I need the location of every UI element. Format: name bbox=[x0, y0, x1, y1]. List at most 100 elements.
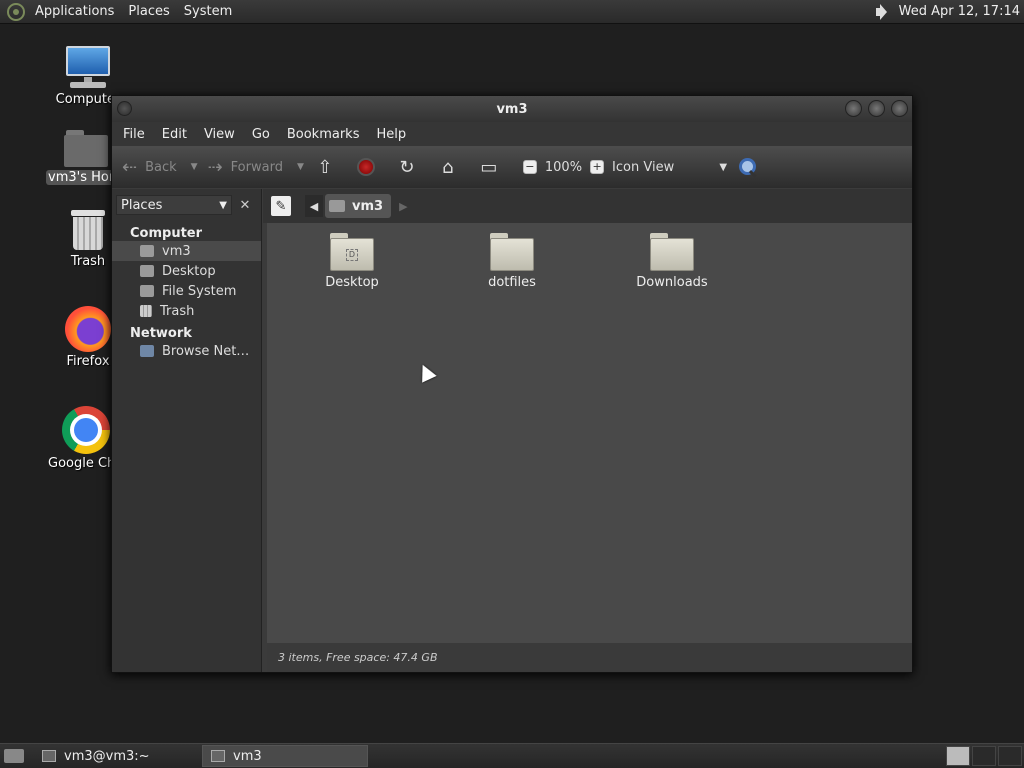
places-menu[interactable]: Places bbox=[121, 4, 176, 19]
forward-button[interactable]: ⇢ Forward ▼ bbox=[208, 157, 304, 178]
sidebar-item-vm3[interactable]: vm3 bbox=[112, 241, 261, 261]
status-text: 3 items, Free space: 47.4 GB bbox=[278, 651, 438, 664]
up-icon[interactable]: ⇧ bbox=[314, 156, 336, 178]
menu-edit[interactable]: Edit bbox=[151, 127, 193, 142]
firefox-icon bbox=[65, 306, 111, 352]
reload-icon[interactable]: ↻ bbox=[396, 156, 418, 178]
close-button[interactable] bbox=[891, 100, 908, 117]
sidebar-item-label: Trash bbox=[160, 303, 195, 319]
edit-location-icon[interactable]: ✎ bbox=[271, 196, 291, 216]
sidebar-item-trash[interactable]: Trash bbox=[112, 301, 261, 321]
home-folder-icon bbox=[64, 128, 108, 168]
drive-icon bbox=[140, 285, 154, 297]
trash-icon bbox=[69, 208, 107, 252]
sidebar-item-browse-network[interactable]: Browse Net… bbox=[112, 341, 261, 361]
toolbar: ⇠ Back ▼ ⇢ Forward ▼ ⇧ ↻ ⌂ ▭ − 100% + Ic… bbox=[112, 146, 912, 188]
panel-tray: Wed Apr 12, 17:14 bbox=[873, 3, 1024, 21]
path-crumb-current[interactable]: vm3 bbox=[325, 194, 392, 218]
workspace-2[interactable] bbox=[972, 746, 996, 766]
file-name: dotfiles bbox=[488, 275, 536, 290]
volume-icon[interactable] bbox=[873, 3, 893, 21]
stop-button[interactable] bbox=[355, 156, 377, 178]
workspace-3[interactable] bbox=[998, 746, 1022, 766]
computer-icon[interactable]: ▭ bbox=[478, 156, 500, 178]
sidebar-item-label: Desktop bbox=[162, 263, 216, 279]
zoom-level: 100% bbox=[544, 159, 583, 175]
search-icon[interactable] bbox=[737, 156, 759, 178]
forward-history-dropdown[interactable]: ▼ bbox=[297, 162, 304, 172]
terminal-icon bbox=[42, 750, 56, 762]
path-scroll-left-icon[interactable]: ◀ bbox=[305, 195, 323, 217]
sidebar-item-label: File System bbox=[162, 283, 237, 299]
file-view[interactable]: D Desktop dotfiles Downloads bbox=[267, 223, 912, 643]
status-bar: 3 items, Free space: 47.4 GB bbox=[267, 643, 912, 672]
path-scroll-right-icon[interactable]: ▶ bbox=[399, 200, 407, 213]
taskbar-item-label: vm3@vm3:~ bbox=[64, 748, 150, 764]
workspace-switcher bbox=[946, 746, 1024, 766]
menu-help[interactable]: Help bbox=[365, 127, 412, 142]
sidebar-section-computer: Computer bbox=[130, 226, 203, 241]
folder-icon bbox=[490, 233, 534, 271]
window-controls bbox=[845, 100, 908, 117]
window-titlebar[interactable]: vm3 bbox=[112, 96, 912, 122]
file-item-dotfiles[interactable]: dotfiles bbox=[462, 233, 562, 290]
back-arrow-icon: ⇠ bbox=[122, 156, 138, 178]
desktop-icon bbox=[140, 265, 154, 277]
sidebar-item-file-system[interactable]: File System bbox=[112, 281, 261, 301]
path-crumb-label: vm3 bbox=[352, 198, 384, 214]
clock[interactable]: Wed Apr 12, 17:14 bbox=[893, 4, 1024, 19]
maximize-button[interactable] bbox=[868, 100, 885, 117]
home-icon[interactable]: ⌂ bbox=[437, 156, 459, 178]
stop-icon bbox=[356, 158, 375, 176]
desktop-folder-icon: D bbox=[330, 233, 374, 271]
back-label: Back bbox=[145, 159, 177, 175]
sidebar-selector[interactable]: Places ▼ bbox=[116, 195, 232, 215]
desktop-icon-label: Firefox bbox=[66, 354, 110, 369]
back-button[interactable]: ⇠ Back ▼ bbox=[122, 157, 198, 178]
system-menu[interactable]: System bbox=[177, 4, 239, 19]
taskbar-item-vm3[interactable]: vm3 bbox=[202, 745, 368, 767]
taskbar-item-label: vm3 bbox=[233, 748, 262, 764]
file-name: Desktop bbox=[325, 275, 379, 290]
sidebar-item-label: vm3 bbox=[162, 243, 191, 259]
top-menu: Applications Places System bbox=[0, 0, 239, 24]
window-title: vm3 bbox=[496, 101, 528, 117]
forward-label: Forward bbox=[230, 159, 283, 175]
sidebar-close-icon[interactable]: ✕ bbox=[234, 195, 256, 215]
file-item-desktop[interactable]: D Desktop bbox=[302, 233, 402, 290]
show-desktop-icon[interactable] bbox=[4, 749, 24, 763]
back-history-dropdown[interactable]: ▼ bbox=[191, 162, 198, 172]
zoom-in-icon[interactable]: + bbox=[590, 160, 605, 174]
main-area: Places ▼ ✕ Computer vm3 Desktop File Sys… bbox=[112, 189, 912, 672]
chrome-icon bbox=[62, 406, 110, 454]
menu-file[interactable]: File bbox=[112, 127, 151, 142]
top-panel: Applications Places System Wed Apr 12, 1… bbox=[0, 0, 1024, 24]
menu-view[interactable]: View bbox=[193, 127, 241, 142]
sidebar-item-desktop[interactable]: Desktop bbox=[112, 261, 261, 281]
sidebar-header: Places ▼ ✕ bbox=[112, 189, 261, 221]
sidebar-selector-label: Places bbox=[121, 197, 163, 213]
file-item-downloads[interactable]: Downloads bbox=[622, 233, 722, 290]
chevron-down-icon: ▼ bbox=[219, 199, 227, 211]
taskbar-item-terminal[interactable]: vm3@vm3:~ bbox=[34, 745, 200, 767]
minimize-button[interactable] bbox=[845, 100, 862, 117]
view-mode-select[interactable]: Icon View ▼ bbox=[612, 160, 727, 175]
content-pane: ✎ ◀ vm3 ▶ D Desktop dotfiles Downloads 3… bbox=[263, 189, 912, 672]
forward-arrow-icon: ⇢ bbox=[207, 156, 223, 178]
window-menu-button[interactable] bbox=[117, 101, 132, 116]
zoom-out-icon[interactable]: − bbox=[522, 160, 537, 174]
view-mode-label: Icon View bbox=[612, 159, 675, 175]
file-name: Downloads bbox=[636, 275, 708, 290]
menu-bookmarks[interactable]: Bookmarks bbox=[276, 127, 366, 142]
network-icon bbox=[140, 345, 154, 357]
trash-icon bbox=[140, 305, 152, 317]
folder-icon bbox=[211, 750, 225, 762]
distro-logo-icon[interactable] bbox=[7, 2, 25, 21]
workspace-1[interactable] bbox=[946, 746, 970, 766]
file-manager-window: vm3 File Edit View Go Bookmarks Help ⇠ B… bbox=[111, 95, 913, 673]
home-icon bbox=[140, 245, 154, 257]
path-bar: ✎ ◀ vm3 ▶ bbox=[263, 189, 912, 223]
applications-menu[interactable]: Applications bbox=[28, 4, 121, 19]
menu-go[interactable]: Go bbox=[241, 127, 276, 142]
chevron-down-icon: ▼ bbox=[719, 161, 728, 173]
